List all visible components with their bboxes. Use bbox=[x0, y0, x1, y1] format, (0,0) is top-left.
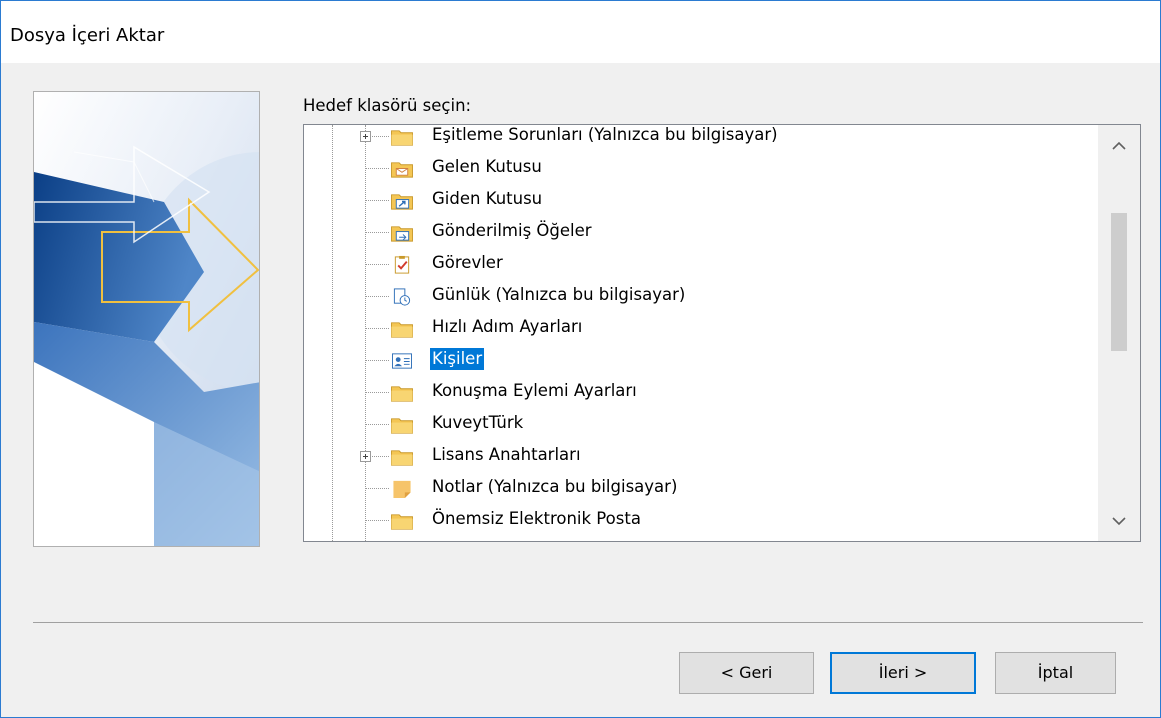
expand-icon[interactable] bbox=[360, 131, 371, 142]
scroll-up-button[interactable] bbox=[1098, 125, 1140, 165]
contacts-icon bbox=[392, 353, 412, 369]
tree-item-label: Kişiler bbox=[430, 348, 485, 370]
expand-icon[interactable] bbox=[360, 451, 371, 462]
tree-item[interactable]: Notlar (Yalnızca bu bilgisayar) bbox=[304, 472, 1098, 504]
inbox-icon bbox=[391, 162, 413, 178]
tree-branch-line bbox=[365, 392, 389, 393]
tree-branch-line bbox=[365, 488, 389, 489]
tree-item[interactable]: Görevler bbox=[304, 248, 1098, 280]
tree-item[interactable]: Önemsiz Elektronik Posta bbox=[304, 504, 1098, 536]
tree-item[interactable]: Gönderilmiş Öğeler bbox=[304, 216, 1098, 248]
tree-branch-line bbox=[365, 168, 389, 169]
wizard-banner-image bbox=[33, 91, 260, 547]
folder-icon bbox=[391, 450, 413, 466]
tree-branch-line bbox=[365, 296, 389, 297]
tree-item[interactable]: Lisans Anahtarları bbox=[304, 440, 1098, 472]
tree-branch-line bbox=[365, 424, 389, 425]
folder-icon bbox=[391, 386, 413, 402]
folder-icon bbox=[391, 514, 413, 530]
tree-item[interactable]: Hızlı Adım Ayarları bbox=[304, 312, 1098, 344]
folder-tree[interactable]: Eşitleme Sorunları (Yalnızca bu bilgisay… bbox=[303, 124, 1141, 542]
tree-item[interactable]: Günlük (Yalnızca bu bilgisayar) bbox=[304, 280, 1098, 312]
tree-item-label: Önemsiz Elektronik Posta bbox=[432, 509, 641, 528]
tree-item-label: Eşitleme Sorunları (Yalnızca bu bilgisay… bbox=[432, 125, 778, 144]
footer-separator bbox=[33, 622, 1143, 623]
scroll-thumb[interactable] bbox=[1111, 213, 1127, 351]
tree-item-label: Gönderilmiş Öğeler bbox=[432, 221, 592, 240]
tree-branch-line bbox=[365, 200, 389, 201]
back-button[interactable]: < Geri bbox=[679, 652, 814, 694]
tasks-icon bbox=[394, 255, 410, 274]
title-bar[interactable]: Dosya İçeri Aktar bbox=[1, 1, 1160, 63]
tree-item-label: KuveytTürk bbox=[432, 413, 524, 432]
folder-icon bbox=[391, 130, 413, 146]
tree-branch-line bbox=[365, 328, 389, 329]
tree-item-label: Notlar (Yalnızca bu bilgisayar) bbox=[432, 477, 678, 496]
scroll-down-button[interactable] bbox=[1098, 501, 1140, 541]
notes-icon bbox=[393, 480, 411, 499]
tree-branch-line bbox=[365, 360, 389, 361]
folder-icon bbox=[391, 322, 413, 338]
outbox-icon bbox=[391, 194, 413, 210]
window-title: Dosya İçeri Aktar bbox=[10, 25, 165, 46]
chevron-up-icon bbox=[1112, 141, 1126, 150]
tree-branch-line bbox=[365, 264, 389, 265]
folder-icon bbox=[391, 418, 413, 434]
tree-item[interactable]: Kişiler bbox=[304, 344, 1098, 376]
next-button[interactable]: İleri > bbox=[830, 652, 976, 694]
tree-item-label: Görevler bbox=[432, 253, 503, 272]
vertical-scrollbar[interactable] bbox=[1098, 125, 1140, 541]
tree-item[interactable]: Giden Kutusu bbox=[304, 184, 1098, 216]
tree-item-label: Gelen Kutusu bbox=[432, 157, 542, 176]
tree-item-label: Konuşma Eylemi Ayarları bbox=[432, 381, 637, 400]
tree-item-label: Giden Kutusu bbox=[432, 189, 543, 208]
sent-items-icon bbox=[391, 226, 413, 242]
tree-item[interactable]: Eşitleme Sorunları (Yalnızca bu bilgisay… bbox=[304, 125, 1098, 152]
tree-item-label: Günlük (Yalnızca bu bilgisayar) bbox=[432, 285, 686, 304]
tree-item-label: Lisans Anahtarları bbox=[432, 445, 581, 464]
tree-item[interactable]: KuveytTürk bbox=[304, 408, 1098, 440]
journal-icon bbox=[393, 288, 411, 306]
tree-branch-line bbox=[365, 520, 389, 521]
tree-item[interactable]: Konuşma Eylemi Ayarları bbox=[304, 376, 1098, 408]
tree-item[interactable]: Gelen Kutusu bbox=[304, 152, 1098, 184]
target-folder-label: Hedef klasörü seçin: bbox=[303, 96, 472, 115]
tree-item-label: Hızlı Adım Ayarları bbox=[432, 317, 583, 336]
tree-branch-line bbox=[365, 232, 389, 233]
chevron-down-icon bbox=[1112, 517, 1126, 526]
folder-tree-viewport: Eşitleme Sorunları (Yalnızca bu bilgisay… bbox=[304, 125, 1098, 541]
import-dialog: Dosya İçeri Aktar Hedef klasörü seçin: E… bbox=[0, 0, 1161, 718]
cancel-button[interactable]: İptal bbox=[995, 652, 1116, 694]
